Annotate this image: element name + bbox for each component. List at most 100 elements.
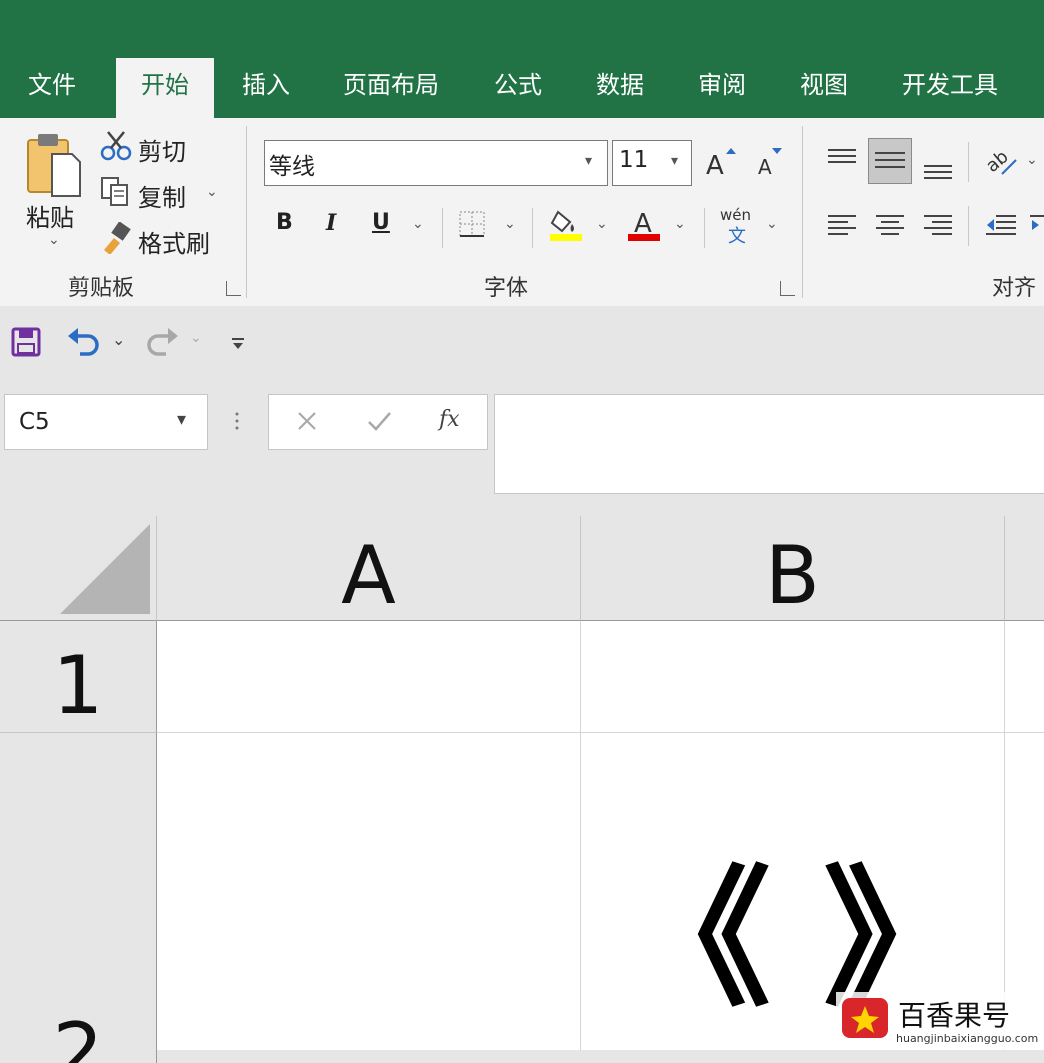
formula-buttons: fx (268, 394, 488, 450)
underline-dropdown-icon[interactable]: ⌄ (412, 216, 424, 232)
font-size-combobox[interactable]: 11 ▾ (612, 140, 692, 186)
undo-dropdown-icon[interactable]: ⌄ (112, 330, 125, 349)
increase-indent-button[interactable] (1028, 210, 1044, 240)
align-middle-button[interactable] (868, 138, 912, 184)
align-right-button[interactable] (922, 210, 954, 240)
select-all-button[interactable] (0, 516, 157, 621)
copy-label: 复制 (138, 184, 186, 212)
align-bottom-button[interactable] (922, 154, 954, 184)
group-separator (442, 208, 443, 248)
tab-home[interactable]: 开始 (116, 58, 214, 118)
tab-review[interactable]: 审阅 (682, 58, 762, 118)
formula-input[interactable] (494, 394, 1044, 494)
phonetic-char-text: 文 (728, 226, 746, 247)
copy-button[interactable]: 复制 ⌄ (100, 176, 230, 212)
cut-button[interactable]: 剪切 (100, 130, 230, 166)
decrease-font-size-button[interactable]: A (756, 144, 788, 178)
underline-button[interactable]: U (372, 210, 390, 235)
insert-function-button[interactable]: fx (439, 407, 460, 432)
format-painter-icon (104, 222, 131, 254)
scissors-icon (100, 131, 132, 161)
fill-color-button[interactable] (548, 206, 584, 242)
tab-insert[interactable]: 插入 (226, 58, 306, 118)
svg-text:A: A (706, 151, 724, 178)
align-top-button[interactable] (826, 146, 858, 176)
row-header-1[interactable]: 1 (0, 621, 157, 733)
vertical-dots-icon (235, 412, 239, 430)
svg-text:ab: ab (984, 146, 1013, 177)
phonetic-guide-button[interactable]: wén 文 (720, 206, 756, 247)
clipboard-dialog-launcher-icon[interactable] (226, 281, 241, 296)
formula-bar-splitter[interactable] (232, 406, 242, 436)
customize-qat-button[interactable] (230, 336, 246, 352)
cell-a1[interactable] (157, 621, 580, 732)
row-header-2[interactable]: 2 (0, 733, 157, 1063)
fill-color-dropdown-icon[interactable]: ⌄ (596, 216, 608, 232)
enter-button[interactable] (365, 407, 393, 435)
orientation-dropdown-icon[interactable]: ⌄ (1026, 152, 1038, 168)
phonetic-dropdown-icon[interactable]: ⌄ (766, 216, 778, 232)
group-separator (532, 208, 533, 248)
cancel-entry-button[interactable] (293, 407, 321, 435)
italic-button[interactable]: I (326, 210, 336, 236)
font-color-icon: A (628, 209, 660, 241)
gridline (1004, 621, 1005, 1051)
tab-developer[interactable]: 开发工具 (888, 58, 1012, 118)
decrease-indent-button[interactable] (984, 210, 1018, 240)
paste-dropdown-icon[interactable]: ⌄ (48, 232, 60, 248)
orientation-button[interactable]: ab (984, 144, 1018, 178)
font-name-combobox[interactable]: 等线 ▾ (264, 140, 608, 186)
group-separator (246, 126, 247, 298)
paste-button[interactable]: 粘贴 ⌄ (22, 132, 82, 252)
borders-button[interactable] (458, 210, 488, 240)
cell-a2[interactable] (157, 733, 580, 1053)
customize-toolbar-icon (232, 338, 244, 349)
tab-data[interactable]: 数据 (580, 58, 660, 118)
column-header-b[interactable]: B (581, 516, 1005, 622)
column-header-a[interactable]: A (157, 516, 581, 622)
font-color-dropdown-icon[interactable]: ⌄ (674, 216, 686, 232)
watermark-url: huangjinbaixiangguo.com (896, 1032, 1039, 1045)
group-separator (704, 208, 705, 248)
font-color-button[interactable]: A (626, 206, 662, 242)
name-box[interactable]: C5 ▾ (4, 394, 208, 450)
copy-dropdown-icon[interactable]: ⌄ (206, 184, 218, 200)
alignment-group-label: 对齐 (992, 276, 1037, 301)
font-name-dropdown-icon[interactable]: ▾ (585, 153, 592, 169)
tab-view[interactable]: 视图 (784, 58, 864, 118)
redo-button[interactable] (144, 326, 180, 360)
select-all-triangle-icon (60, 524, 150, 614)
group-separator (968, 142, 969, 182)
bold-button[interactable]: B (276, 210, 293, 235)
align-left-button[interactable] (826, 210, 858, 240)
borders-icon (459, 211, 485, 237)
align-top-icon (828, 149, 856, 163)
font-dialog-launcher-icon[interactable] (780, 281, 795, 296)
font-size-dropdown-icon[interactable]: ▾ (671, 153, 678, 169)
align-right-icon (924, 215, 952, 235)
undo-button[interactable] (66, 326, 102, 360)
group-separator (802, 126, 803, 298)
column-header-c[interactable] (1005, 516, 1044, 621)
tab-page-layout[interactable]: 页面布局 (330, 58, 452, 118)
align-center-button[interactable] (874, 210, 906, 240)
tab-file[interactable]: 文件 (12, 58, 92, 118)
decrease-indent-icon (986, 215, 1016, 235)
borders-dropdown-icon[interactable]: ⌄ (504, 216, 516, 232)
redo-dropdown-icon[interactable]: ⌄ (190, 330, 202, 346)
cell-b1[interactable] (581, 621, 1004, 732)
decrease-font-icon: A (758, 148, 782, 178)
watermark-logo-icon (842, 998, 888, 1038)
increase-font-size-button[interactable]: A (706, 144, 738, 178)
paste-icon (27, 134, 81, 197)
format-painter-label: 格式刷 (138, 230, 210, 258)
save-icon (11, 327, 41, 357)
save-button[interactable] (10, 326, 42, 358)
tab-formulas[interactable]: 公式 (478, 58, 558, 118)
text-orientation-icon: ab (984, 146, 1017, 177)
formula-bar-area: C5 ▾ fx (0, 384, 1044, 516)
increase-font-icon: A (706, 148, 736, 178)
format-painter-button[interactable]: 格式刷 (100, 222, 230, 258)
name-box-value: C5 (19, 409, 50, 435)
name-box-dropdown-icon[interactable]: ▾ (177, 409, 186, 430)
